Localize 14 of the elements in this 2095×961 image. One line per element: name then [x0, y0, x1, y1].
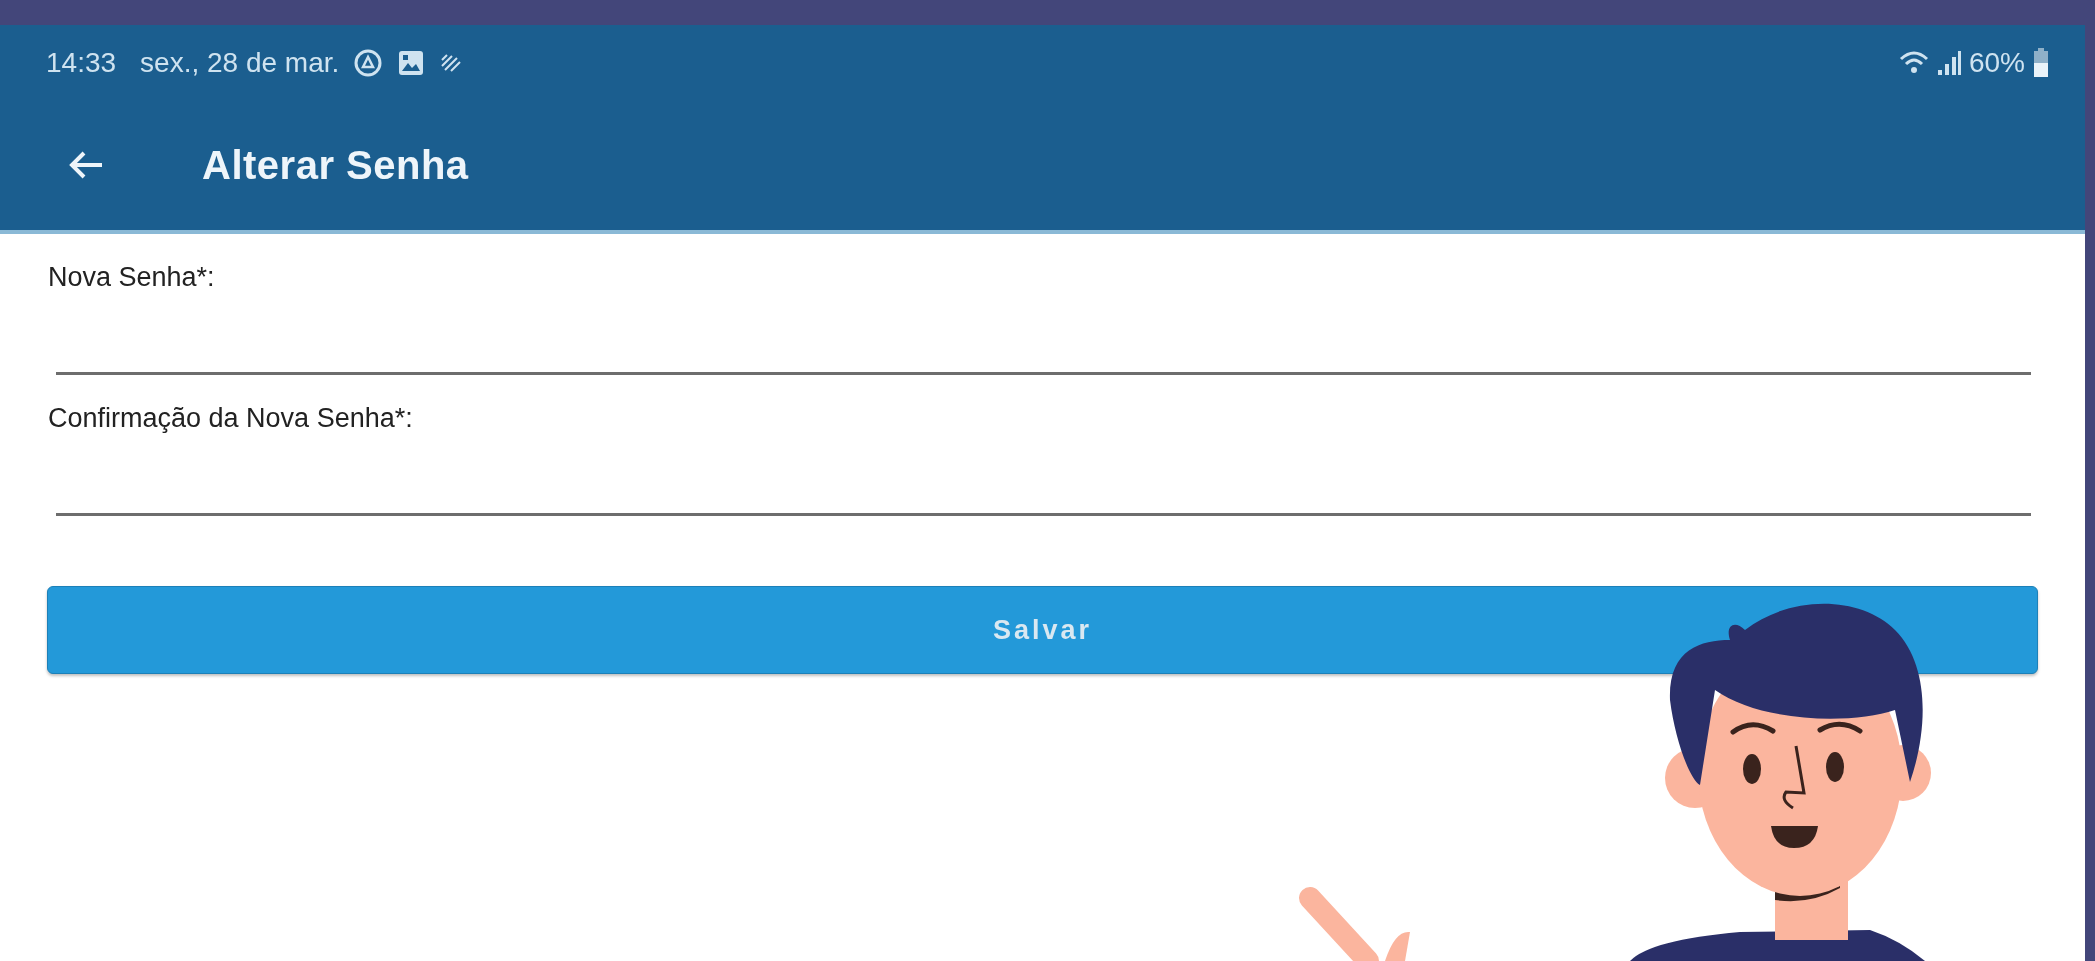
wave-icon	[439, 51, 464, 74]
battery-icon	[2033, 47, 2049, 78]
battery-percentage: 60%	[1968, 46, 2025, 79]
field-label: Confirmação da Nova Senha*:	[48, 402, 414, 434]
drive-icon	[353, 47, 384, 78]
screen-title: Alterar Senha	[202, 142, 469, 188]
wifi-icon	[1898, 49, 1929, 76]
image-icon	[397, 48, 426, 77]
save-button[interactable]: Salvar	[47, 586, 2038, 674]
back-arrow-icon	[68, 150, 104, 180]
status-date: sex., 28 de mar.	[140, 46, 340, 79]
status-time: 14:33	[46, 46, 117, 79]
signal-icon	[1936, 49, 1961, 76]
field-label: Nova Senha*:	[48, 261, 216, 293]
